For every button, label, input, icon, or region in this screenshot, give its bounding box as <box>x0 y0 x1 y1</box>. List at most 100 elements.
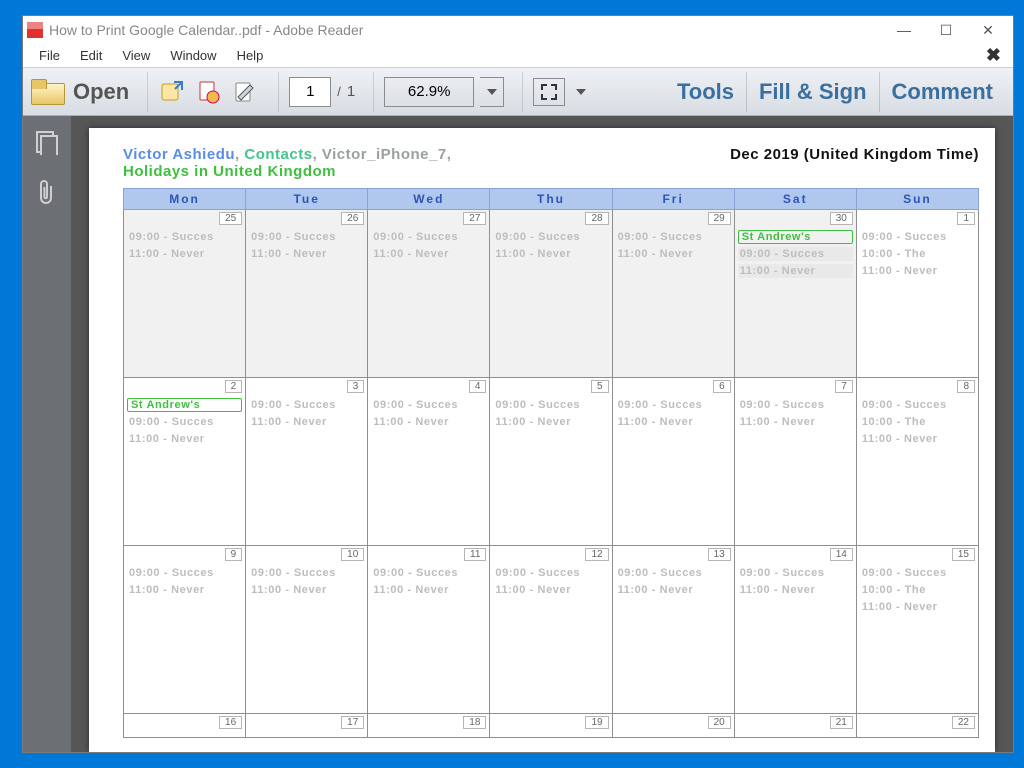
calendar-event: 11:00 - Never <box>371 583 486 597</box>
calendar-cell: 2909:00 - Succes11:00 - Never <box>612 210 734 378</box>
maximize-button[interactable]: ☐ <box>925 22 967 39</box>
titlebar: How to Print Google Calendar..pdf - Adob… <box>23 16 1013 44</box>
calendar-event: 09:00 - Succes <box>738 247 853 261</box>
calendar-event: 11:00 - Never <box>127 583 242 597</box>
open-label: Open <box>73 79 129 105</box>
menu-help[interactable]: Help <box>227 46 274 65</box>
calendar-event: 11:00 - Never <box>616 583 731 597</box>
day-number: 5 <box>591 380 609 393</box>
calendar-cell: 409:00 - Succes11:00 - Never <box>368 378 490 546</box>
day-header: Fri <box>612 189 734 210</box>
zoom-dropdown-button[interactable] <box>480 77 504 107</box>
calendar-cell: 20 <box>612 714 734 738</box>
page-separator: / <box>337 84 341 99</box>
calendar-event: 11:00 - Never <box>249 583 364 597</box>
calendar-cell: 709:00 - Succes11:00 - Never <box>734 378 856 546</box>
day-number: 8 <box>957 380 975 393</box>
day-number: 10 <box>341 548 364 561</box>
view-options-dropdown[interactable] <box>571 77 591 107</box>
chevron-down-icon <box>576 89 586 95</box>
zoom-level[interactable]: 62.9% <box>384 77 474 107</box>
calendar-month-label: Dec 2019 (United Kingdom Time) <box>730 146 979 163</box>
fill-sign-button[interactable]: Fill & Sign <box>746 72 879 112</box>
day-number: 27 <box>463 212 486 225</box>
side-panel <box>23 116 71 752</box>
day-header: Mon <box>124 189 246 210</box>
menu-file[interactable]: File <box>29 46 70 65</box>
menu-view[interactable]: View <box>112 46 160 65</box>
create-pdf-icon[interactable] <box>194 77 224 107</box>
calendar-event: 11:00 - Never <box>860 600 975 614</box>
calendar-event: 09:00 - Succes <box>860 398 975 412</box>
day-number: 18 <box>463 716 486 729</box>
owner-2: Contacts <box>244 146 312 163</box>
calendar-event: 11:00 - Never <box>860 264 975 278</box>
export-pdf-icon[interactable] <box>158 77 188 107</box>
calendar-cell: 30 St Andrew's 09:00 - Succes 11:00 - Never <box>734 210 856 378</box>
day-number: 17 <box>341 716 364 729</box>
calendar-cell: 9 09:00 - Succes 11:00 - Never <box>124 546 246 714</box>
calendar-cell: 16 <box>124 714 246 738</box>
calendar-event: 11:00 - Never <box>738 583 853 597</box>
tools-button[interactable]: Tools <box>665 72 746 112</box>
comment-button[interactable]: Comment <box>879 72 1005 112</box>
day-number: 11 <box>464 548 486 561</box>
day-number: 3 <box>347 380 365 393</box>
day-number: 22 <box>952 716 975 729</box>
calendar-cell: 1009:00 - Succes11:00 - Never <box>246 546 368 714</box>
day-number: 25 <box>219 212 242 225</box>
calendar-event: 11:00 - Never <box>371 247 486 261</box>
day-number: 20 <box>708 716 731 729</box>
calendar-event: 09:00 - Succes <box>249 230 364 244</box>
calendar-event: 09:00 - Succes <box>371 398 486 412</box>
document-page: Victor Ashiedu, Contacts, Victor_iPhone_… <box>89 128 995 752</box>
page-number-input[interactable] <box>289 77 331 107</box>
calendar-event: 11:00 - Never <box>616 247 731 261</box>
document-viewport[interactable]: Victor Ashiedu, Contacts, Victor_iPhone_… <box>71 116 1013 752</box>
day-number: 28 <box>585 212 608 225</box>
day-number: 26 <box>341 212 364 225</box>
day-number: 30 <box>830 212 853 225</box>
calendar-cell: 509:00 - Succes11:00 - Never <box>490 378 612 546</box>
calendar-event: 11:00 - Never <box>860 432 975 446</box>
folder-icon <box>31 79 63 105</box>
menu-edit[interactable]: Edit <box>70 46 112 65</box>
app-window: How to Print Google Calendar..pdf - Adob… <box>22 15 1014 753</box>
calendar-event: 09:00 - Succes <box>493 230 608 244</box>
calendar-event: 09:00 - Succes <box>616 398 731 412</box>
fit-page-button[interactable] <box>533 78 565 106</box>
minimize-button[interactable]: — <box>883 22 925 38</box>
calendar-event: 09:00 - Succes <box>860 230 975 244</box>
day-number: 13 <box>708 548 731 561</box>
calendar-cell: 18 <box>368 714 490 738</box>
day-number: 2 <box>225 380 243 393</box>
calendar-event: 10:00 - The <box>860 583 975 597</box>
calendar-cell: 19 <box>490 714 612 738</box>
open-button[interactable]: Open <box>31 79 129 105</box>
calendar-event: 09:00 - Succes <box>127 566 242 580</box>
thumbnails-icon[interactable] <box>34 130 60 156</box>
calendar-event: 09:00 - Succes <box>371 230 486 244</box>
calendar-cell: 27 09:00 - Succes 11:00 - Never <box>368 210 490 378</box>
page-nav: / 1 <box>278 72 365 112</box>
doc-close-button[interactable]: ✖ <box>980 45 1007 66</box>
calendar-event: 11:00 - Never <box>249 415 364 429</box>
calendar-cell: 2809:00 - Succes11:00 - Never <box>490 210 612 378</box>
pdf-icon <box>27 22 43 38</box>
calendar-event: St Andrew's <box>738 230 853 244</box>
owner-4: Holidays in United Kingdom <box>123 163 451 180</box>
day-header: Tue <box>246 189 368 210</box>
day-number: 9 <box>225 548 243 561</box>
toolbar: Open / 1 62.9% <box>23 68 1013 116</box>
attachments-icon[interactable] <box>34 180 60 206</box>
calendar-event: 11:00 - Never <box>738 264 853 278</box>
day-number: 7 <box>835 380 853 393</box>
calendar-event: 09:00 - Succes <box>860 566 975 580</box>
calendar-cell: 2609:00 - Succes11:00 - Never <box>246 210 368 378</box>
day-number: 1 <box>957 212 975 225</box>
edit-pdf-icon[interactable] <box>230 77 260 107</box>
close-button[interactable]: ✕ <box>967 22 1009 39</box>
menu-window[interactable]: Window <box>160 46 226 65</box>
calendar-cell: 22 <box>856 714 978 738</box>
calendar-event: 11:00 - Never <box>493 415 608 429</box>
